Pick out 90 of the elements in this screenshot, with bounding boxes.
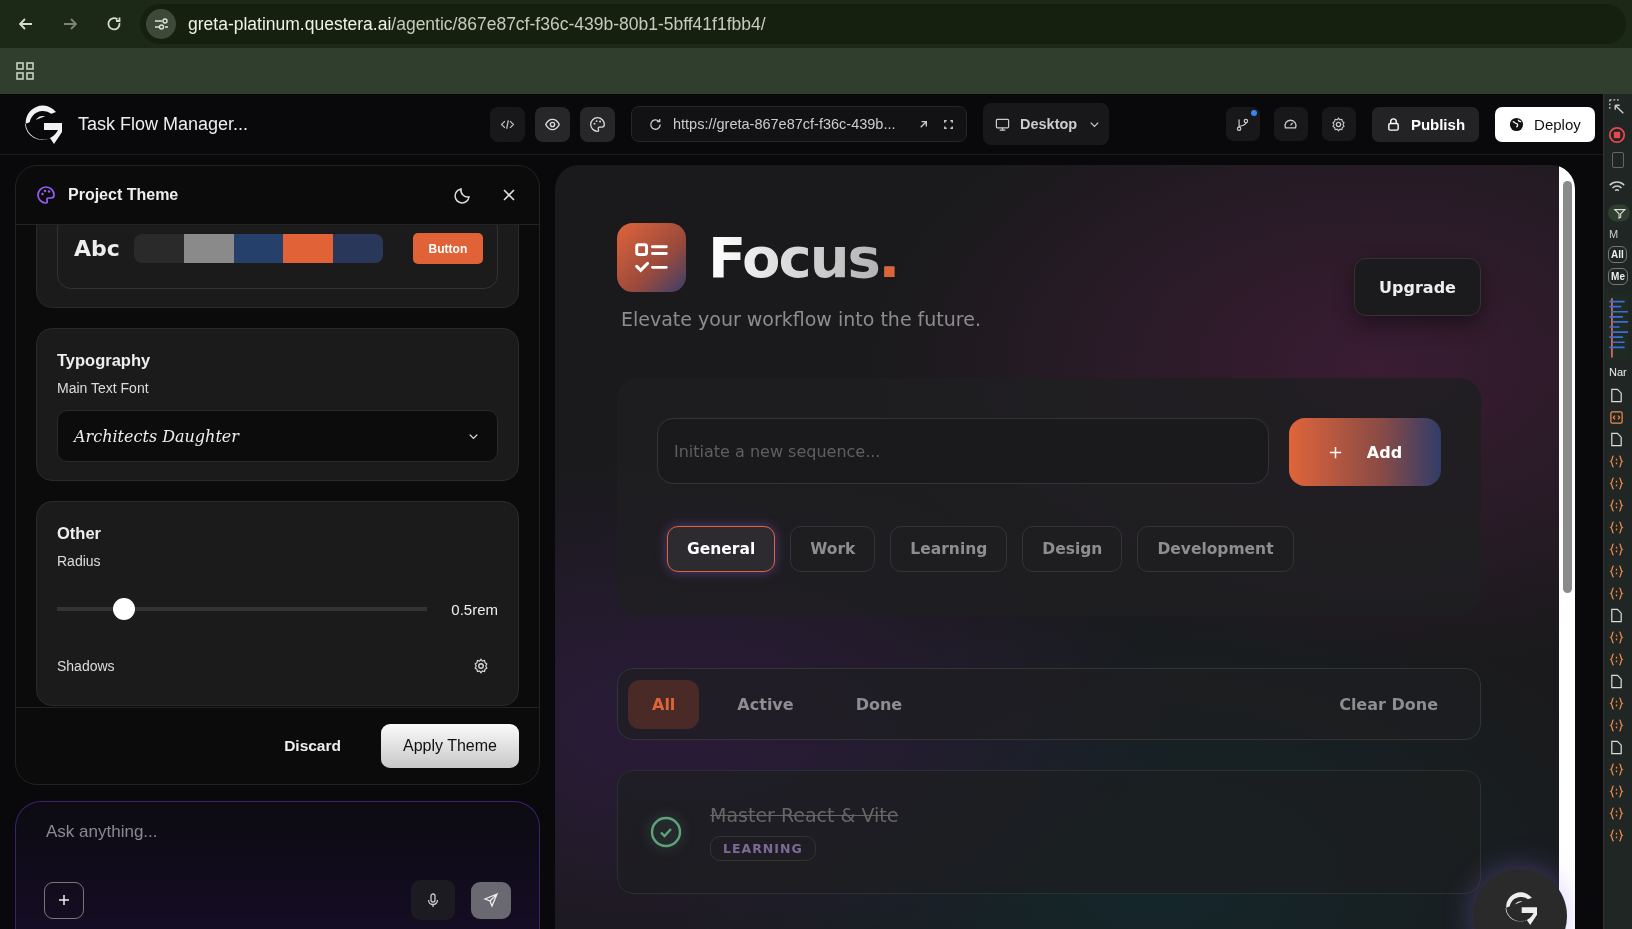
apply-theme-button[interactable]: Apply Theme bbox=[381, 724, 519, 768]
section-title: Typography bbox=[57, 351, 152, 370]
script-file-icon[interactable] bbox=[1609, 652, 1625, 667]
category-chip[interactable]: Design bbox=[1022, 526, 1123, 572]
slider-thumb[interactable] bbox=[112, 598, 135, 620]
filter-chip[interactable]: Me bbox=[1608, 268, 1628, 285]
script-file-icon[interactable] bbox=[1609, 828, 1625, 843]
category-chip[interactable]: Development bbox=[1137, 526, 1294, 572]
code-view-button[interactable] bbox=[490, 106, 525, 142]
project-title: Task Flow Manager... bbox=[78, 113, 250, 135]
script-file-icon[interactable] bbox=[1609, 696, 1625, 711]
script-file-icon[interactable] bbox=[1609, 762, 1625, 777]
device-dropdown[interactable]: Desktop bbox=[983, 103, 1109, 145]
reload-icon[interactable] bbox=[648, 116, 663, 132]
section-title: Other bbox=[57, 524, 102, 543]
script-file-icon[interactable] bbox=[1609, 564, 1625, 579]
document-icon[interactable] bbox=[1609, 674, 1625, 689]
microphone-icon[interactable] bbox=[425, 892, 441, 908]
send-button[interactable] bbox=[471, 881, 511, 919]
script-file-icon[interactable] bbox=[1609, 476, 1625, 491]
add-attachment-button[interactable] bbox=[44, 881, 84, 919]
check-circle-icon[interactable] bbox=[650, 816, 682, 848]
script-file-icon[interactable] bbox=[1609, 806, 1625, 821]
checklist-icon bbox=[617, 223, 686, 292]
theme-button[interactable] bbox=[580, 106, 615, 142]
filter-icon[interactable] bbox=[1608, 204, 1631, 222]
filter-tab[interactable]: All bbox=[628, 679, 700, 729]
branch-button[interactable] bbox=[1225, 107, 1260, 141]
field-label: Shadows bbox=[57, 658, 115, 674]
upgrade-button[interactable]: Upgrade bbox=[1354, 258, 1481, 316]
sample-button[interactable]: Button bbox=[412, 233, 483, 264]
script-file-icon[interactable] bbox=[1609, 784, 1625, 799]
filter-chip[interactable]: All bbox=[1608, 246, 1627, 263]
category-chip[interactable]: Learning bbox=[890, 526, 1008, 572]
task-input[interactable]: Initiate a new sequence... bbox=[657, 418, 1269, 484]
font-sample: Abc bbox=[74, 236, 118, 261]
preview-url-bar[interactable]: https://greta-867e87cf-f36c-439b... bbox=[631, 106, 967, 142]
script-file-icon[interactable] bbox=[1609, 520, 1625, 535]
tagline: Elevate your workflow into the future. bbox=[621, 308, 981, 330]
script-file-icon[interactable] bbox=[1609, 498, 1625, 513]
gauge-button[interactable] bbox=[1273, 107, 1308, 141]
devtools-label: M bbox=[1609, 228, 1619, 240]
plus-icon[interactable] bbox=[1327, 444, 1343, 460]
document-icon[interactable] bbox=[1609, 608, 1625, 623]
task-title: Master React & Vite bbox=[710, 803, 899, 826]
field-label: Main Text Font bbox=[57, 380, 150, 396]
address-bar[interactable]: greta-platinum.questera.ai/agentic/867e87cf-f36c-439b-80b1-5bff41f1fbb4/ bbox=[140, 4, 1626, 44]
script-file-icon[interactable] bbox=[1609, 454, 1625, 469]
preview-button[interactable] bbox=[535, 106, 570, 142]
panel-title: Project Theme bbox=[68, 186, 179, 204]
category-chip[interactable]: Work bbox=[790, 526, 876, 572]
script-file-icon[interactable] bbox=[1609, 718, 1625, 733]
radius-value: 0.5rem bbox=[451, 600, 498, 618]
settings-button[interactable] bbox=[1321, 107, 1356, 141]
clear-done-button[interactable]: Clear Done bbox=[1333, 693, 1444, 715]
send-icon[interactable] bbox=[483, 892, 499, 908]
column-header: Nar bbox=[1609, 366, 1627, 378]
publish-button[interactable]: Publish bbox=[1371, 106, 1480, 142]
document-icon[interactable] bbox=[1609, 388, 1625, 403]
deploy-button[interactable]: Deploy bbox=[1495, 106, 1596, 142]
settings-icon[interactable] bbox=[472, 657, 490, 675]
category-chip[interactable]: General bbox=[667, 526, 776, 572]
plus-icon[interactable] bbox=[56, 892, 72, 908]
inspect-icon[interactable] bbox=[1608, 98, 1627, 116]
apps-grid-icon[interactable] bbox=[16, 62, 34, 80]
palette-icon bbox=[36, 185, 56, 205]
code-file-icon[interactable] bbox=[1609, 410, 1625, 425]
discard-button[interactable]: Discard bbox=[278, 736, 347, 756]
script-file-icon[interactable] bbox=[1609, 542, 1625, 557]
chat-input[interactable]: Ask anything... bbox=[46, 822, 511, 842]
script-file-icon[interactable] bbox=[1609, 586, 1625, 601]
task-tag: LEARNING bbox=[710, 835, 816, 861]
filter-tab[interactable]: Done bbox=[831, 679, 927, 729]
settings-icon[interactable] bbox=[1330, 115, 1348, 133]
script-file-icon[interactable] bbox=[1609, 630, 1625, 645]
field-label: Radius bbox=[57, 553, 102, 569]
scrollbar[interactable] bbox=[1562, 181, 1572, 593]
monitor-icon[interactable] bbox=[995, 116, 1010, 132]
moon-icon[interactable] bbox=[453, 185, 473, 205]
site-settings-icon[interactable] bbox=[146, 9, 176, 39]
checkbox[interactable] bbox=[1612, 152, 1625, 168]
microphone-button[interactable] bbox=[411, 880, 455, 920]
document-icon[interactable] bbox=[1609, 432, 1625, 447]
record-stop-icon[interactable] bbox=[1608, 126, 1627, 144]
filter-tab[interactable]: Active bbox=[713, 679, 818, 729]
lock-icon[interactable] bbox=[1385, 116, 1401, 132]
add-button[interactable]: Add bbox=[1289, 418, 1441, 486]
document-icon[interactable] bbox=[1609, 740, 1625, 755]
palette-icon[interactable] bbox=[589, 115, 606, 133]
font-select[interactable]: Architects Daughter bbox=[57, 410, 498, 462]
